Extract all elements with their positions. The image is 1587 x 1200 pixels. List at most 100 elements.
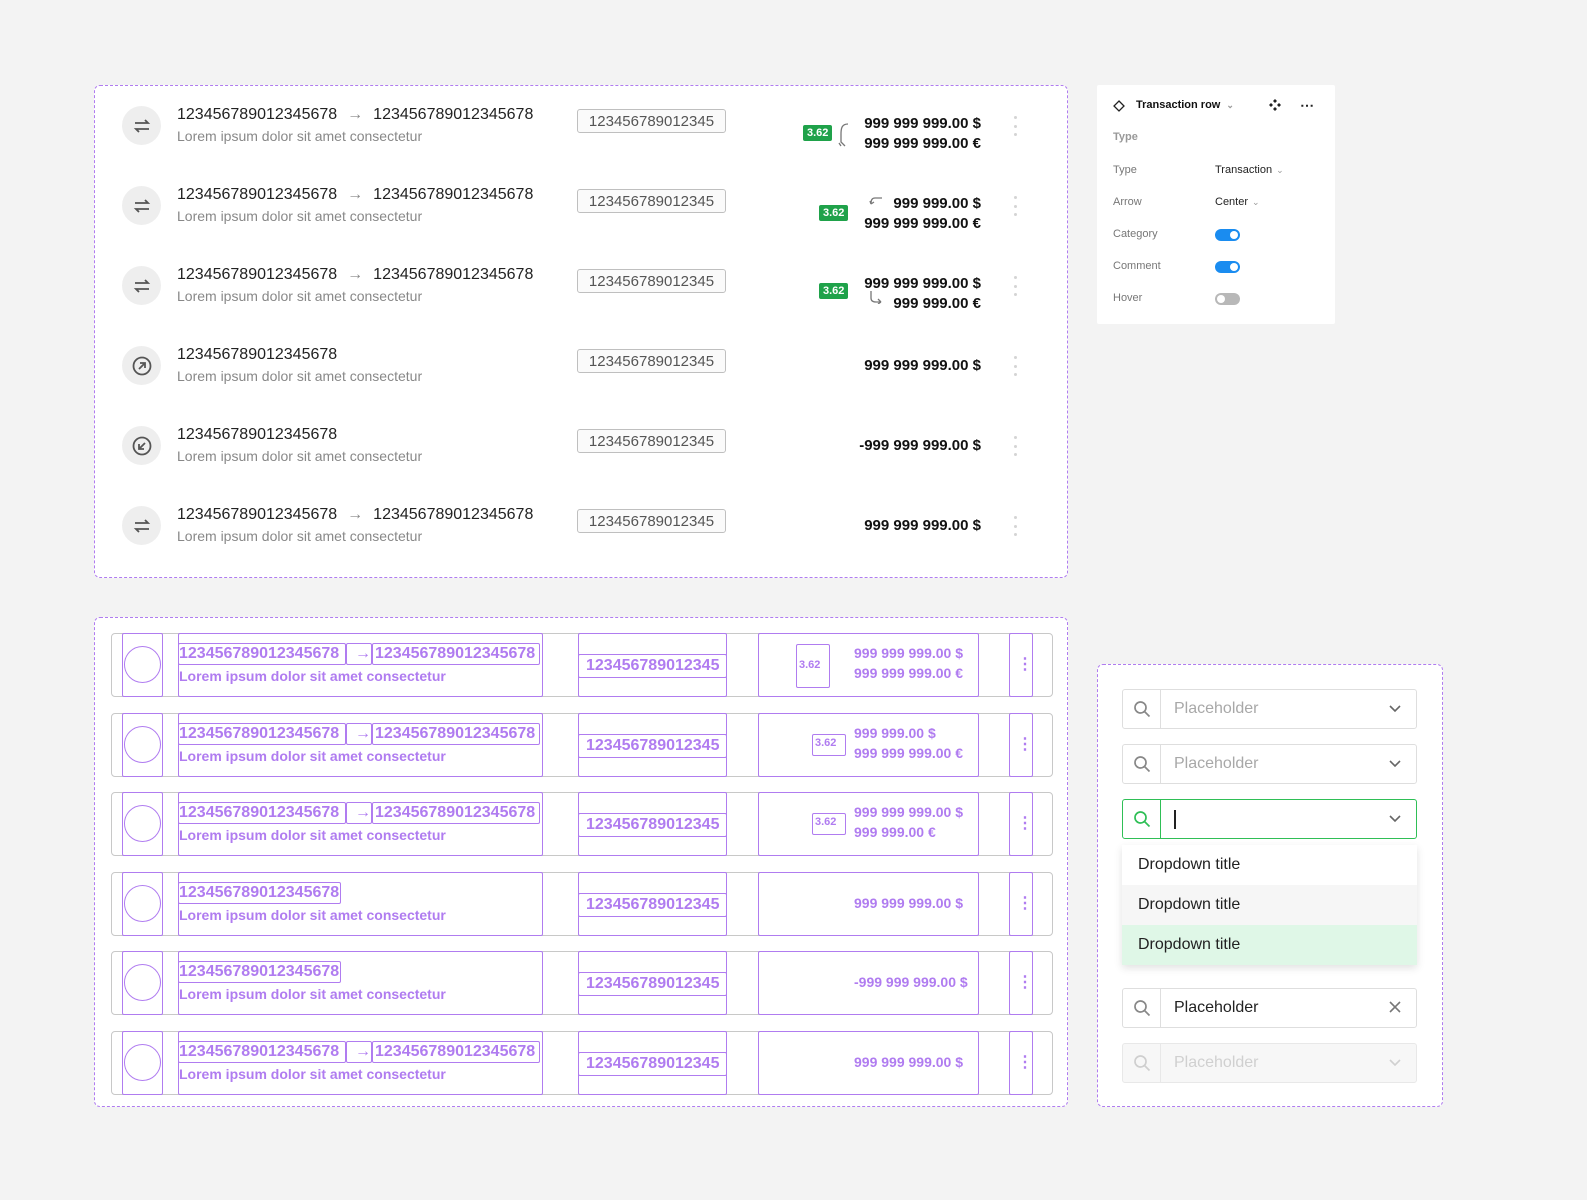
account-arrow-icon: → [347,106,364,123]
to-account: 123456789012345678 [373,106,534,123]
component-title[interactable]: Transaction row ⌄ [1136,99,1234,111]
transaction-row[interactable]: 123456789012345678 → 123456789012345678 … [95,486,1067,565]
clear-icon[interactable] [1388,1000,1402,1017]
wire-icon-circle [124,884,161,922]
wire-account: 123456789012345678 [179,883,340,901]
wire-id: 123456789012345 [586,975,720,992]
more-options-icon[interactable]: ⋯ [1300,97,1315,114]
component-title-label: Transaction row [1136,99,1221,111]
wire-icon-circle [124,646,161,683]
wire-id: 123456789012345 [586,1054,720,1072]
wire-account: 123456789012345678 [179,963,340,980]
comment-toggle[interactable] [1215,261,1240,273]
wire-to: 123456789012345678 [375,645,536,662]
transaction-description: Lorem ipsum dolor sit amet consectetur [177,368,423,384]
arrow-select[interactable]: Center ⌄ [1215,196,1260,208]
dropdown-hover[interactable]: Placeholder [1122,744,1417,784]
layout-overlay-frame: 123456789012345678 → 123456789012345678 Lor… [94,617,1068,1107]
wire-arrow-icon: → [355,645,371,662]
text-cursor [1174,810,1176,829]
rate-badge: 3.62 [819,205,849,221]
wire-amount-1: 999 999 999.00 $ [854,894,963,911]
more-menu-icon[interactable] [1011,356,1019,376]
component-variants-icon[interactable] [1269,98,1281,116]
transaction-row[interactable]: 123456789012345678 → 123456789012345678 … [95,166,1067,245]
wireframe-row: 123456789012345678 → 123456789012345678 Lor… [111,792,1053,856]
transaction-description: Lorem ipsum dolor sit amet consectetur [177,208,423,224]
amount-primary: 999 999 999.00 $ [864,357,981,374]
wire-amount-1: 999 999.00 $ [854,724,936,741]
transaction-row[interactable]: 123456789012345678 Lorem ipsum dolor sit… [95,406,1067,485]
search-icon [1123,1044,1161,1082]
outgoing-arrow-icon [122,346,161,385]
dropdown-option[interactable]: Dropdown title [1122,845,1417,885]
wire-amount-1: 999 999 999.00 $ [854,1053,963,1070]
chevron-down-icon[interactable] [1388,701,1402,718]
transfer-icon [122,266,161,305]
transaction-row[interactable]: 123456789012345678 → 123456789012345678 … [95,246,1067,325]
wire-more-icon: ⋮ [1017,735,1033,753]
amount-primary: 999 999 999.00 $ [864,517,981,534]
properties-panel: Transaction row ⌄ ⋯ Type Type Transactio… [1097,85,1335,324]
wireframe-row: 123456789012345678 → 123456789012345678 Lor… [111,712,1053,777]
dropdown-option-hover[interactable]: Dropdown title [1122,885,1417,925]
more-menu-icon[interactable] [1011,436,1019,456]
transaction-rows-frame: 123456789012345678 → 123456789012345678 … [94,85,1068,578]
hover-toggle[interactable] [1215,293,1240,305]
transfer-icon [122,506,161,545]
transaction-id-tag: 123456789012345 [577,269,726,293]
transaction-row[interactable]: 123456789012345678 Lorem ipsum dolor sit… [95,326,1067,405]
wire-amount-2: 999 999 999.00 € [854,665,963,681]
transaction-description: Lorem ipsum dolor sit amet consectetur [177,528,423,544]
dropdown-placeholder: Placeholder [1174,755,1259,772]
wire-id: 123456789012345 [586,736,720,754]
search-icon [1123,690,1161,728]
account-number: 123456789012345678 [177,426,338,443]
dropdown-filled[interactable]: Placeholder [1122,988,1417,1028]
more-menu-icon[interactable] [1011,116,1019,136]
prop-label: Hover [1113,292,1143,304]
wire-desc: Lorem ipsum dolor sit amet consectetur [179,986,446,1002]
transfer-icon [122,106,161,145]
wire-badge: 3.62 [815,816,837,828]
amount-primary: -999 999 999.00 $ [859,437,981,454]
account-arrow-icon: → [347,186,364,203]
category-toggle[interactable] [1215,229,1240,241]
dropdown-focused[interactable] [1122,799,1417,839]
transaction-row[interactable]: 123456789012345678 → 123456789012345678 … [95,86,1067,165]
wire-icon-circle [124,725,161,763]
dropdown-default[interactable]: Placeholder [1122,689,1417,729]
conversion-curve-icon [838,122,850,151]
wire-more-icon: ⋮ [1017,815,1033,832]
to-account: 123456789012345678 [373,506,534,523]
wire-desc: Lorem ipsum dolor sit amet consectetur [179,906,446,923]
transaction-id-tag: 123456789012345 [577,509,726,533]
incoming-arrow-icon [122,426,161,465]
section-label: Type [1113,131,1138,143]
wire-arrow-icon: → [355,1042,371,1060]
wire-arrow-icon: → [355,724,371,742]
wire-amount-2: 999 999 999.00 € [854,744,963,761]
amount-secondary: 999 999 999.00 € [864,215,981,232]
type-select[interactable]: Transaction ⌄ [1215,164,1284,176]
transaction-description: Lorem ipsum dolor sit amet consectetur [177,448,423,464]
dropdown-option-selected[interactable]: Dropdown title [1122,925,1417,965]
chevron-down-icon[interactable] [1388,756,1402,773]
from-account: 123456789012345678 [177,106,338,123]
prop-label: Arrow [1113,196,1142,208]
wire-more-icon: ⋮ [1017,656,1033,673]
more-menu-icon[interactable] [1011,276,1019,296]
more-menu-icon[interactable] [1011,516,1019,536]
chevron-down-icon [1388,1055,1402,1072]
prop-label: Type [1113,164,1137,176]
from-account: 123456789012345678 [177,186,338,203]
arrow-value: Center [1215,196,1249,208]
wire-to: 123456789012345678 [375,724,536,742]
more-menu-icon[interactable] [1011,196,1019,216]
wireframe-row: 123456789012345678 → 123456789012345678 Lor… [111,633,1053,697]
from-account: 123456789012345678 [177,506,338,523]
amount-secondary: 999 999 999.00 € [864,135,981,152]
chevron-down-icon[interactable] [1388,811,1402,828]
wire-from: 123456789012345678 [179,1042,340,1060]
wire-id: 123456789012345 [586,657,720,674]
